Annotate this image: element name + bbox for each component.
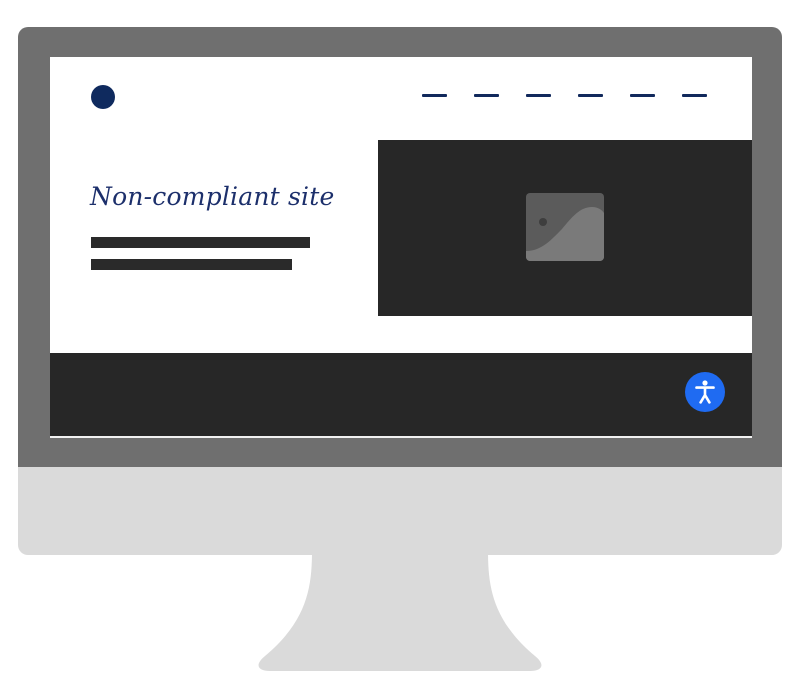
nav-item-3[interactable]: [526, 94, 551, 97]
footer-band: [50, 353, 752, 437]
nav-item-1[interactable]: [422, 94, 447, 97]
nav-item-6[interactable]: [682, 94, 707, 97]
monitor-chin: [18, 467, 782, 555]
accessibility-person-icon: [695, 380, 715, 404]
website-screen: Non-compliant site: [50, 57, 752, 437]
body-text-line: [91, 237, 310, 248]
screen-bottom-edge: [50, 436, 752, 438]
monitor-stand: [258, 550, 542, 671]
accessibility-button[interactable]: [685, 372, 725, 412]
page-headline: Non-compliant site: [90, 182, 335, 211]
logo-icon[interactable]: [91, 85, 115, 109]
body-text-line: [91, 259, 292, 270]
nav-item-2[interactable]: [474, 94, 499, 97]
nav-item-4[interactable]: [578, 94, 603, 97]
nav-menu: [422, 94, 707, 97]
nav-item-5[interactable]: [630, 94, 655, 97]
image-placeholder-icon: [526, 193, 604, 261]
monitor-illustration: Non-compliant site: [0, 0, 800, 700]
hero-image: [378, 140, 752, 316]
